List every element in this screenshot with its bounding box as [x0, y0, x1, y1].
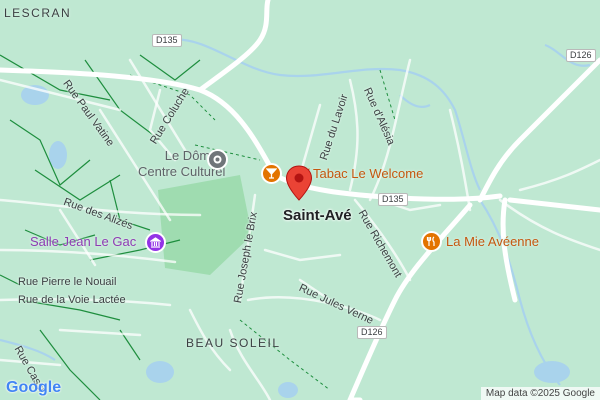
poi-tabac-le-welcome[interactable]: / Tabac Le Welcome — [306, 166, 423, 181]
poi-la-mie-aveenne[interactable]: La Mie Avéenne — [446, 234, 539, 249]
town-label-saint-ave: Saint-Avé — [283, 207, 352, 224]
area-label-lescran: LESCRAN — [4, 6, 72, 20]
restaurant-icon[interactable] — [421, 231, 442, 252]
location-pin-icon[interactable] — [285, 165, 313, 201]
area-label-beau-soleil: BEAU SOLEIL — [186, 336, 281, 350]
street-label-de-la-voie-lactee: Rue de la Voie Lactée — [18, 294, 126, 306]
museum-icon[interactable] — [207, 149, 228, 170]
google-logo[interactable]: Google — [6, 379, 61, 397]
road-shield-d126-right: D126 — [566, 49, 596, 62]
sports-field — [158, 175, 252, 275]
map-canvas[interactable]: LESCRAN BEAU SOLEIL Saint-Avé D135 D135 … — [0, 0, 600, 400]
map-attribution[interactable]: Map data ©2025 Google — [480, 387, 600, 400]
cocktail-icon[interactable] — [261, 163, 282, 184]
building-icon[interactable] — [145, 232, 166, 253]
road-shield-d135-mid: D135 — [378, 193, 408, 206]
poi-salle-jean-le-gac[interactable]: Salle Jean Le Gac — [30, 234, 136, 249]
street-label-pierre-le-nouail: Rue Pierre le Nouail — [18, 276, 117, 288]
road-shield-d126-bottom: D126 — [357, 326, 387, 339]
road-shield-d135-top: D135 — [152, 34, 182, 47]
